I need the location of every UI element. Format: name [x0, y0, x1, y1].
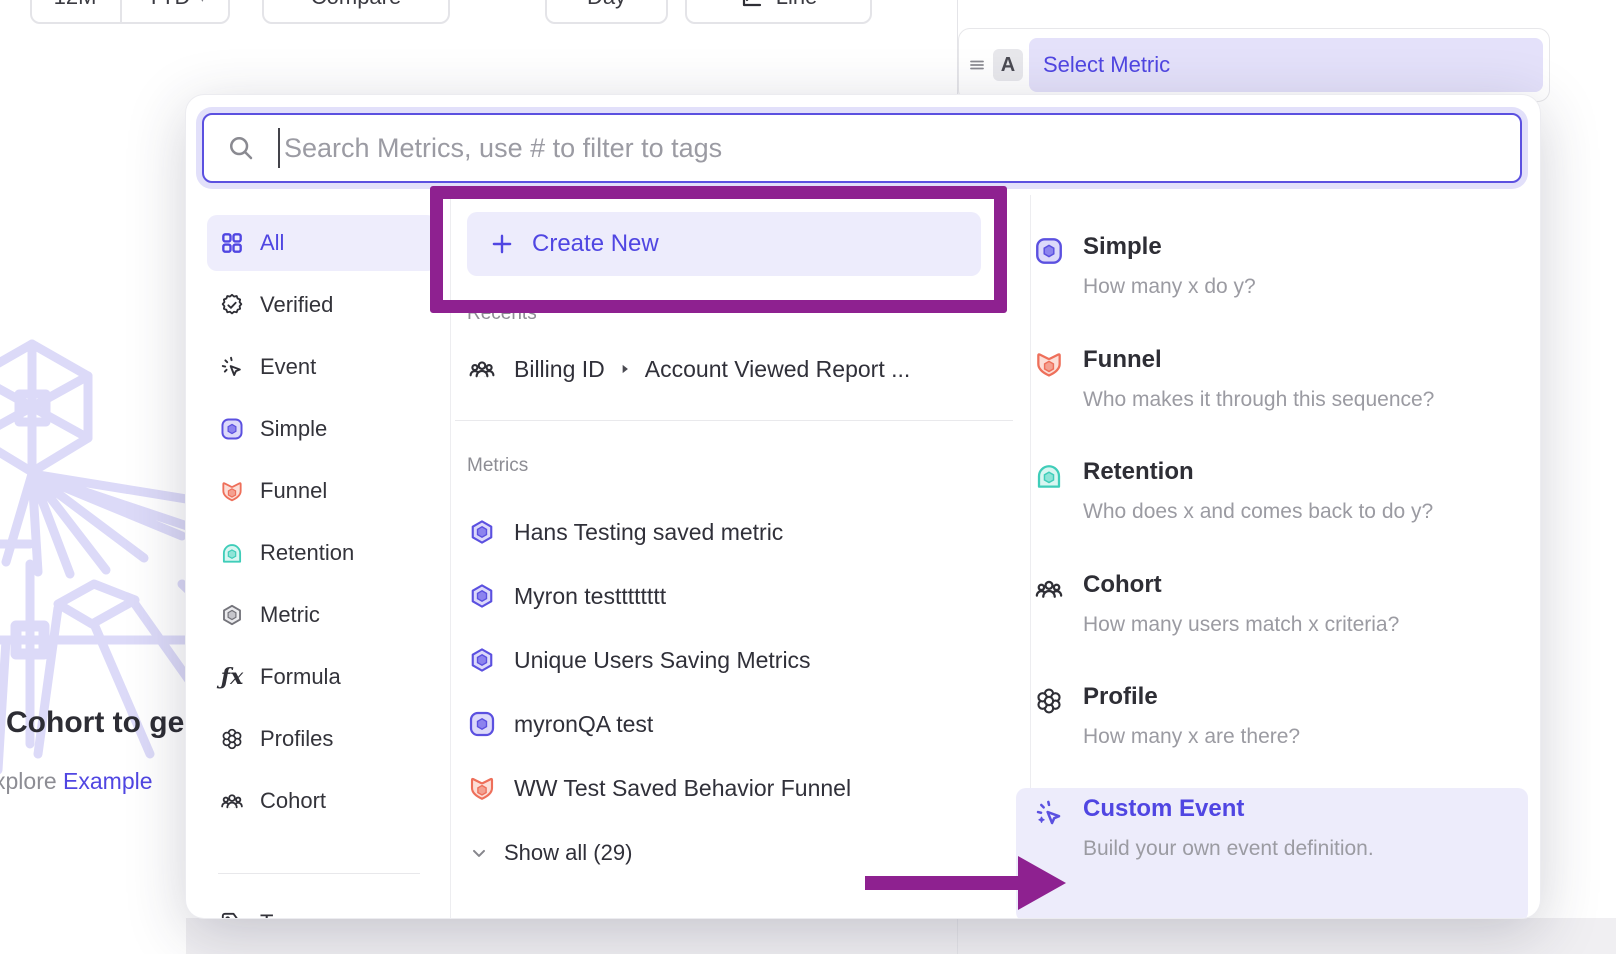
interval-day-button[interactable]: Day	[545, 0, 668, 24]
metrics-header: Metrics	[467, 455, 528, 477]
recents-metrics-divider	[455, 420, 1013, 421]
cohort-people-icon	[1033, 573, 1065, 605]
empty-state-headline: Cohort to ge	[6, 706, 184, 740]
sidebar-item-profiles[interactable]: Profiles	[207, 711, 437, 767]
sidebar-item-retention[interactable]: Retention	[207, 525, 437, 581]
metric-list-item[interactable]: WW Test Saved Behavior Funnel	[467, 766, 851, 810]
range-ytd-button[interactable]: YTD▾	[120, 0, 230, 22]
chevron-down-icon: ▾	[198, 0, 206, 7]
tag-icon	[219, 910, 245, 918]
metric-list-item[interactable]: Unique Users Saving Metrics	[467, 638, 811, 682]
funnel-icon	[219, 478, 245, 504]
retention-icon	[219, 540, 245, 566]
annotation-highlight-box	[430, 186, 1007, 313]
metric-query-card: A Select Metric	[958, 28, 1550, 102]
cohort-people-icon	[219, 788, 245, 814]
saved-metric-hexagon-icon	[467, 645, 497, 675]
text-caret	[278, 128, 280, 168]
custom-event-icon	[1033, 797, 1065, 829]
sidebar-item-simple[interactable]: Simple	[207, 401, 437, 457]
metric-hexagon-icon	[219, 602, 245, 628]
metric-search-bar[interactable]	[202, 113, 1522, 183]
caret-right-icon	[618, 362, 632, 376]
formula-fx-icon: ƒx	[219, 664, 245, 690]
chevron-down-icon	[469, 843, 489, 863]
chart-type-line-button[interactable]: Line	[685, 0, 872, 24]
sidebar-item-metric[interactable]: Metric	[207, 587, 437, 643]
line-chart-icon	[740, 0, 764, 9]
page-bottom-strip	[186, 918, 1616, 954]
series-a-badge: A	[993, 49, 1023, 81]
profiles-flower-icon	[1033, 685, 1065, 717]
compare-button[interactable]: Compare	[262, 0, 450, 24]
funnel-icon	[467, 773, 497, 803]
saved-metric-hexagon-icon	[467, 517, 497, 547]
date-range-segmented-control[interactable]: 12M YTD▾	[30, 0, 230, 24]
search-input[interactable]	[282, 132, 1520, 165]
sidebar-item-verified[interactable]: Verified	[207, 277, 437, 333]
sidebar-item-all[interactable]: All	[207, 215, 437, 271]
verified-badge-icon	[219, 292, 245, 318]
metric-list-item[interactable]: myronQA test	[467, 702, 653, 746]
range-12m-button[interactable]: 12M	[30, 0, 121, 22]
annotation-arrow-head	[1018, 856, 1066, 910]
recent-item-billing[interactable]: Billing ID Account Viewed Report ...	[467, 347, 910, 391]
sidebar-item-cohort[interactable]: Cohort	[207, 773, 437, 829]
annotation-arrow	[865, 876, 1020, 890]
simple-metric-icon	[219, 416, 245, 442]
select-metric-field[interactable]: Select Metric	[1029, 38, 1543, 92]
profiles-flower-icon	[219, 726, 245, 752]
metric-list-item[interactable]: Myron testttttttt	[467, 574, 666, 618]
grid-icon	[219, 230, 245, 256]
funnel-icon	[1033, 348, 1065, 380]
retention-icon	[1033, 460, 1065, 492]
sidebar-item-formula[interactable]: ƒx Formula	[207, 649, 437, 705]
event-click-icon	[219, 354, 245, 380]
cohort-people-icon	[467, 354, 497, 384]
metric-list-item[interactable]: Hans Testing saved metric	[467, 510, 783, 554]
show-all-toggle[interactable]: Show all (29)	[469, 835, 632, 871]
search-icon	[226, 133, 256, 163]
sidebar-item-tags-partial[interactable]: T	[207, 895, 437, 918]
simple-metric-icon	[1033, 235, 1065, 267]
simple-metric-icon	[467, 709, 497, 739]
example-link[interactable]: Example	[63, 768, 152, 794]
sidebar-divider	[218, 873, 420, 874]
sidebar-item-funnel[interactable]: Funnel	[207, 463, 437, 519]
empty-state-subtext: xplore Example	[0, 768, 153, 795]
app-root: 12M YTD▾ Compare Day Line A Select Metri…	[0, 0, 1616, 954]
saved-metric-hexagon-icon	[467, 581, 497, 611]
sidebar-item-event[interactable]: Event	[207, 339, 437, 395]
drag-handle-icon[interactable]	[967, 55, 987, 75]
